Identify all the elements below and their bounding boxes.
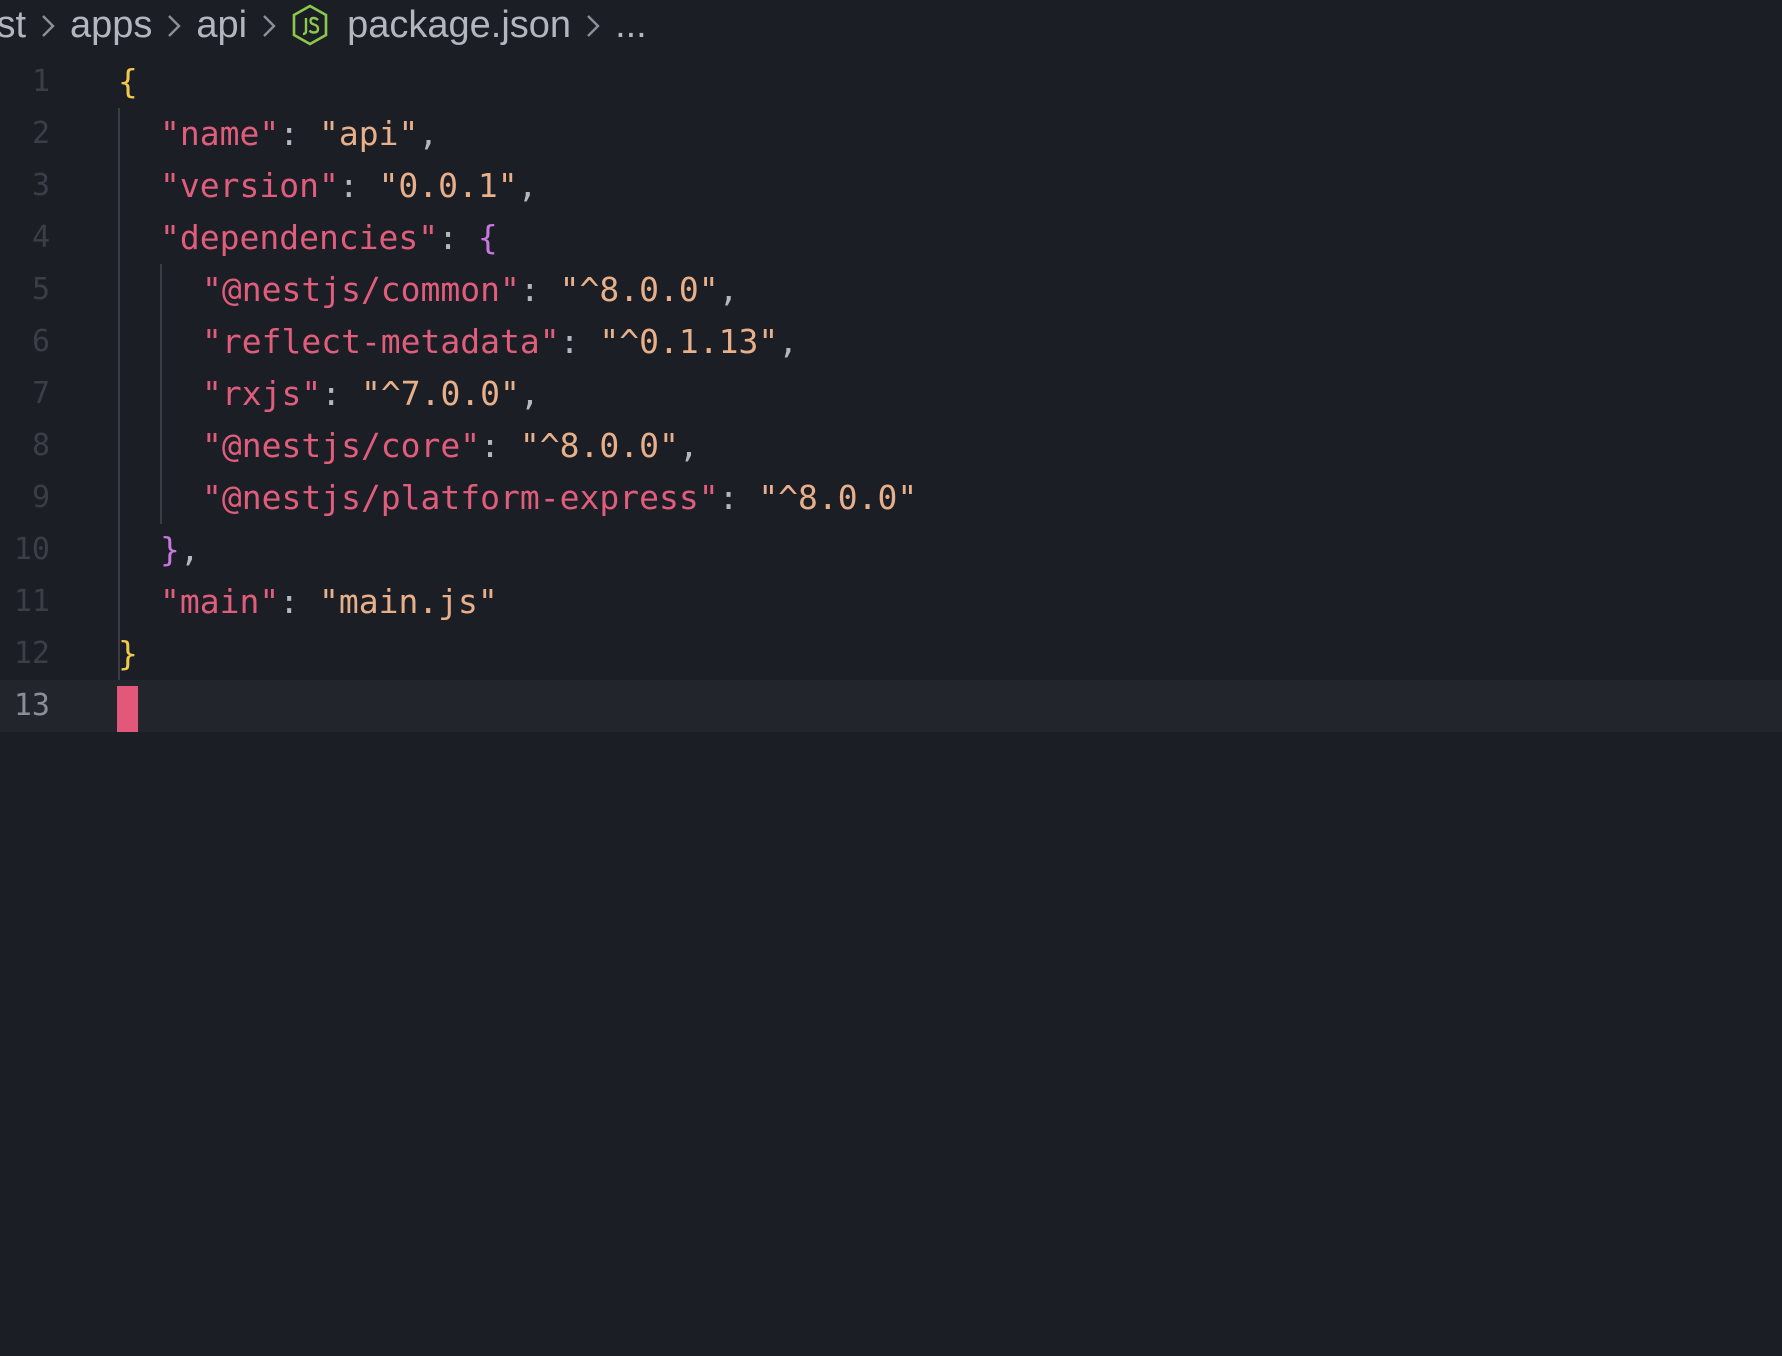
chevron-right-icon xyxy=(152,4,196,47)
colon: : xyxy=(718,478,759,517)
colon: : xyxy=(338,166,379,205)
line-number: 3 xyxy=(31,168,50,203)
json-value: "^0.1.13" xyxy=(599,322,779,361)
comma: , xyxy=(718,270,739,309)
code-content: "main": "main.js" xyxy=(160,576,498,628)
colon: : xyxy=(279,114,319,153)
line-number: 4 xyxy=(31,220,50,255)
code-editor[interactable]: 1 { 2 "name": "api", 3 "version": "0.0.1… xyxy=(0,56,1782,1356)
code-content: } xyxy=(118,628,138,680)
code-content: "dependencies": { xyxy=(160,212,498,264)
json-key: "@nestjs/common" xyxy=(202,270,520,309)
colon: : xyxy=(438,218,478,257)
close-brace: } xyxy=(160,530,180,569)
json-value: "^7.0.0" xyxy=(360,374,520,413)
code-line[interactable]: 8 "@nestjs/core": "^8.0.0", xyxy=(0,420,1782,472)
code-line[interactable]: 7 "rxjs": "^7.0.0", xyxy=(0,368,1782,420)
json-value: "^8.0.0" xyxy=(519,426,679,465)
json-key: "main" xyxy=(160,582,280,621)
line-number: 1 xyxy=(31,64,50,99)
line-number: 11 xyxy=(13,584,50,619)
line-number: 10 xyxy=(13,532,50,567)
chevron-right-icon xyxy=(571,4,615,47)
comma: , xyxy=(517,166,538,205)
json-value: "0.0.1" xyxy=(378,166,518,205)
line-number: 13 xyxy=(13,688,50,723)
open-brace: { xyxy=(477,218,498,257)
colon: : xyxy=(480,426,520,465)
colon: : xyxy=(559,322,600,361)
code-content: { xyxy=(118,56,138,108)
comma: , xyxy=(418,114,439,153)
colon: : xyxy=(519,270,560,309)
code-content: "@nestjs/platform-express": "^8.0.0" xyxy=(202,472,917,524)
code-line[interactable]: 11 "main": "main.js" xyxy=(0,576,1782,628)
comma: , xyxy=(678,426,699,465)
code-line[interactable]: 3 "version": "0.0.1", xyxy=(0,160,1782,212)
comma: , xyxy=(519,374,540,413)
breadcrumb-item-api[interactable]: api xyxy=(196,4,247,47)
json-key: "reflect-metadata" xyxy=(202,322,560,361)
chevron-right-icon xyxy=(247,4,291,47)
line-number: 8 xyxy=(31,428,50,463)
code-line[interactable]: 12 } xyxy=(0,628,1782,680)
code-line[interactable]: 10 }, xyxy=(0,524,1782,576)
json-key: "dependencies" xyxy=(160,218,439,257)
json-key: "name" xyxy=(160,114,280,153)
json-key: "version" xyxy=(160,166,339,205)
json-value: "^8.0.0" xyxy=(758,478,918,517)
line-number: 2 xyxy=(31,116,50,151)
code-content: }, xyxy=(160,524,200,576)
chevron-right-icon xyxy=(26,4,70,47)
breadcrumb: ist apps api package.json ... xyxy=(0,0,1782,50)
text-cursor xyxy=(117,686,138,732)
line-number: 5 xyxy=(31,272,50,307)
close-brace: } xyxy=(118,634,138,673)
line-number: 7 xyxy=(31,376,50,411)
code-line[interactable]: 5 "@nestjs/common": "^8.0.0", xyxy=(0,264,1782,316)
current-code-line[interactable]: 13 xyxy=(0,680,1782,732)
code-line[interactable]: 9 "@nestjs/platform-express": "^8.0.0" xyxy=(0,472,1782,524)
json-key: "@nestjs/platform-express" xyxy=(202,478,719,517)
json-key: "rxjs" xyxy=(202,374,322,413)
code-content: "@nestjs/common": "^8.0.0", xyxy=(202,264,738,316)
breadcrumb-item-apps[interactable]: apps xyxy=(70,4,152,47)
code-line[interactable]: 1 { xyxy=(0,56,1782,108)
code-content: "version": "0.0.1", xyxy=(160,160,538,212)
breadcrumb-item-more[interactable]: ... xyxy=(615,4,647,47)
json-value: "^8.0.0" xyxy=(559,270,719,309)
json-value: "api" xyxy=(318,114,419,153)
code-content: "name": "api", xyxy=(160,108,438,160)
code-content: "rxjs": "^7.0.0", xyxy=(202,368,540,420)
comma: , xyxy=(778,322,799,361)
line-number: 6 xyxy=(31,324,50,359)
code-line[interactable]: 4 "dependencies": { xyxy=(0,212,1782,264)
code-line[interactable]: 6 "reflect-metadata": "^0.1.13", xyxy=(0,316,1782,368)
nodejs-icon xyxy=(291,4,329,46)
line-number: 12 xyxy=(13,636,50,671)
breadcrumb-item-ist[interactable]: ist xyxy=(0,4,26,47)
open-brace: { xyxy=(118,62,138,101)
code-content: "@nestjs/core": "^8.0.0", xyxy=(202,420,699,472)
code-content: "reflect-metadata": "^0.1.13", xyxy=(202,316,798,368)
json-value: "main.js" xyxy=(318,582,498,621)
colon: : xyxy=(279,582,319,621)
comma: , xyxy=(179,530,200,569)
code-line[interactable]: 2 "name": "api", xyxy=(0,108,1782,160)
breadcrumb-item-package-json[interactable]: package.json xyxy=(347,4,571,47)
json-key: "@nestjs/core" xyxy=(202,426,481,465)
colon: : xyxy=(321,374,361,413)
line-number: 9 xyxy=(31,480,50,515)
